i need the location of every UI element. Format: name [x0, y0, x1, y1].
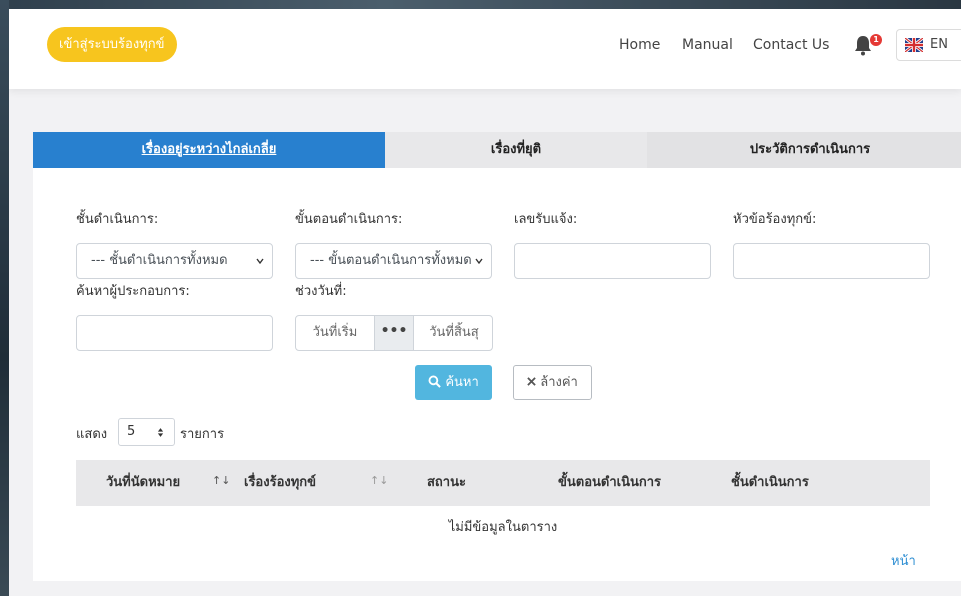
sort-icon[interactable]: ↑↓ [370, 474, 388, 487]
tab-mediation[interactable]: เรื่องอยู่ระหว่างไกล่เกลี่ย [33, 132, 385, 168]
operator-search-input[interactable] [76, 315, 273, 351]
pagination-label[interactable]: หน้า [891, 550, 916, 571]
page-size-select[interactable]: 5 [118, 418, 175, 446]
sort-icon[interactable]: ↑↓ [212, 474, 230, 487]
language-label: EN [930, 37, 948, 52]
language-selector[interactable]: EN [896, 29, 961, 61]
ref-number-input[interactable] [514, 243, 711, 279]
chevron-down-icon [475, 258, 483, 265]
stage-select[interactable]: --- ชั้นดำเนินการทั้งหมด [76, 243, 273, 279]
date-end-input[interactable]: วันที่สิ้นสุ [414, 316, 492, 350]
close-icon [527, 377, 536, 386]
clear-button-label: ล้างค่า [540, 375, 578, 390]
date-start-input[interactable]: วันที่เริ่ม [296, 316, 374, 350]
operator-label: ค้นหาผู้ประกอบการ: [76, 284, 190, 299]
complaint-panel: เรื่องอยู่ระหว่างไกล่เกลี่ย เรื่องที่ยุต… [33, 132, 961, 581]
nav-manual-link[interactable]: Manual [682, 37, 733, 53]
step-select-value: --- ขั้นตอนดำเนินการทั้งหมด [310, 253, 472, 268]
page-size-value: 5 [127, 424, 136, 439]
col-status: สถานะ [427, 475, 466, 490]
col-appointment-date[interactable]: วันที่นัดหมาย [106, 460, 180, 506]
uk-flag-icon [905, 38, 923, 52]
col-complaint[interactable]: เรื่องร้องทุกข์ [244, 460, 316, 506]
clear-button[interactable]: ล้างค่า [513, 365, 592, 400]
notification-badge: 1 [870, 34, 882, 46]
table-header: วันที่นัดหมาย ↑↓ เรื่องร้องทุกข์ ↑↓ สถาน… [76, 460, 930, 506]
step-select[interactable]: --- ขั้นตอนดำเนินการทั้งหมด [295, 243, 492, 279]
col-process-step: ขั้นตอนดำเนินการ [558, 475, 662, 490]
date-range-picker: วันที่เริ่ม ••• วันที่สิ้นสุ [295, 315, 493, 351]
search-button-label: ค้นหา [445, 375, 479, 390]
search-icon [428, 375, 441, 388]
tab-closed[interactable]: เรื่องที่ยุติ [385, 132, 647, 168]
step-label: ขั้นตอนดำเนินการ: [295, 212, 403, 227]
nav-contact-link[interactable]: Contact Us [753, 37, 829, 53]
page-frame: เข้าสู่ระบบร้องทุกข์ Home Manual Contact… [9, 9, 961, 596]
search-button[interactable]: ค้นหา [415, 365, 492, 400]
show-suffix: รายการ [180, 427, 225, 442]
sort-updown-icon [157, 428, 164, 437]
tab-history[interactable]: ประวัติการดำเนินการ [647, 132, 961, 168]
top-navbar: เข้าสู่ระบบร้องทุกข์ Home Manual Contact… [9, 9, 961, 89]
stage-select-value: --- ชั้นดำเนินการทั้งหมด [91, 253, 228, 268]
show-prefix: แสดง [76, 427, 108, 442]
empty-table-message: ไม่มีข้อมูลในตาราง [448, 520, 558, 535]
topic-input[interactable] [733, 243, 930, 279]
background-top [0, 0, 961, 9]
chevron-down-icon [256, 258, 264, 265]
date-separator: ••• [374, 316, 414, 350]
ref-label: เลขรับแจ้ง: [514, 212, 578, 227]
background-left [0, 0, 9, 596]
nav-home-link[interactable]: Home [619, 37, 660, 53]
complaint-login-button[interactable]: เข้าสู่ระบบร้องทุกข์ [47, 27, 177, 62]
topic-label: หัวข้อร้องทุกข์: [733, 212, 817, 227]
date-range-label: ช่วงวันที่: [295, 284, 347, 299]
col-process-stage: ชั้นดำเนินการ [731, 475, 809, 490]
stage-label: ชั้นดำเนินการ: [76, 212, 159, 227]
